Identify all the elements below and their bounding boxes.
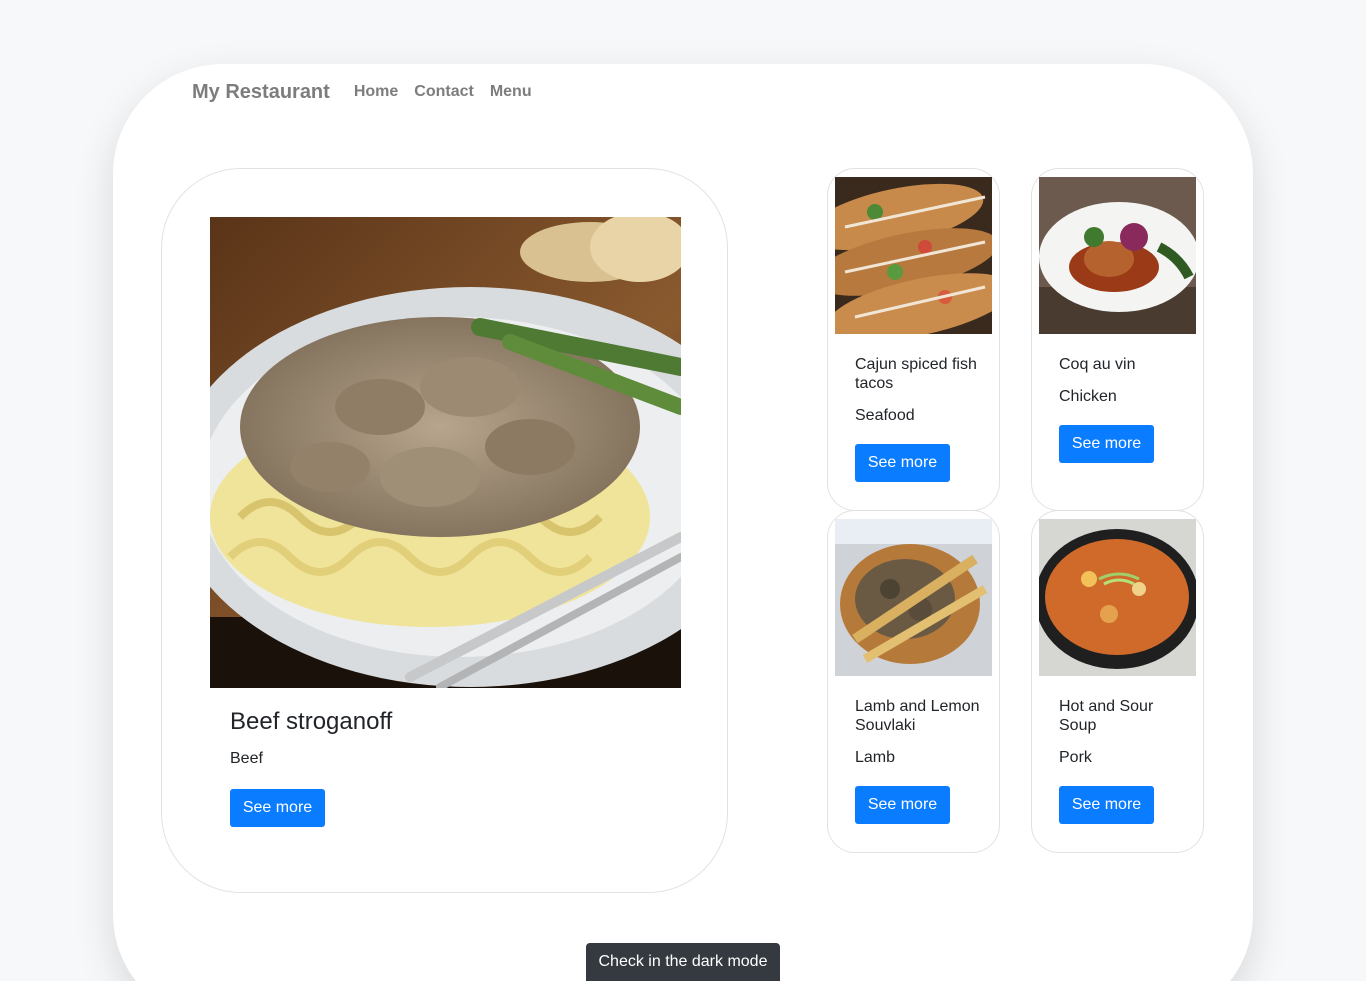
dish-card-souvlaki: Lamb and Lemon Souvlaki Lamb See more — [827, 510, 1000, 853]
page: My Restaurant Home Contact Menu Beef str… — [0, 0, 1366, 981]
dish-card-fish-tacos: Cajun spiced fish tacos Seafood See more — [827, 168, 1000, 511]
featured-see-more-button[interactable]: See more — [230, 789, 325, 827]
dish-title: Coq au vin — [1059, 356, 1136, 373]
dish-card-hot-sour-soup: Hot and Sour Soup Pork See more — [1031, 510, 1204, 853]
nav-link-contact[interactable]: Contact — [414, 83, 474, 101]
see-more-button-coq-au-vin[interactable]: See more — [1059, 425, 1154, 463]
featured-dish-card: Beef stroganoff Beef See more — [161, 168, 728, 893]
dish-card-coq-au-vin: Coq au vin Chicken See more — [1031, 168, 1204, 511]
see-more-button-souvlaki[interactable]: See more — [855, 786, 950, 824]
dish-image — [835, 177, 992, 334]
dish-title: Lamb and Lemon Souvlaki — [855, 698, 980, 734]
dish-title: Cajun spiced fish tacos — [855, 356, 977, 392]
navbar: My Restaurant Home Contact Menu — [192, 79, 548, 105]
brand-link[interactable]: My Restaurant — [192, 81, 330, 104]
dish-title: Hot and Sour Soup — [1059, 698, 1154, 734]
dish-image — [1039, 177, 1196, 334]
dish-category: Lamb — [855, 749, 896, 766]
nav-link-menu[interactable]: Menu — [490, 83, 532, 101]
dish-category: Pork — [1059, 749, 1092, 766]
dish-category: Chicken — [1059, 388, 1117, 405]
featured-dish-category: Beef — [230, 750, 263, 767]
see-more-button-fish-tacos[interactable]: See more — [855, 444, 950, 482]
featured-dish-image — [210, 217, 681, 688]
see-more-button-hot-sour-soup[interactable]: See more — [1059, 786, 1154, 824]
dish-category: Seafood — [855, 407, 915, 424]
nav-link-home[interactable]: Home — [354, 83, 398, 101]
dark-mode-toggle[interactable]: Check in the dark mode — [586, 943, 780, 981]
dish-image — [1039, 519, 1196, 676]
featured-dish-title: Beef stroganoff — [230, 708, 393, 735]
dish-image — [835, 519, 992, 676]
